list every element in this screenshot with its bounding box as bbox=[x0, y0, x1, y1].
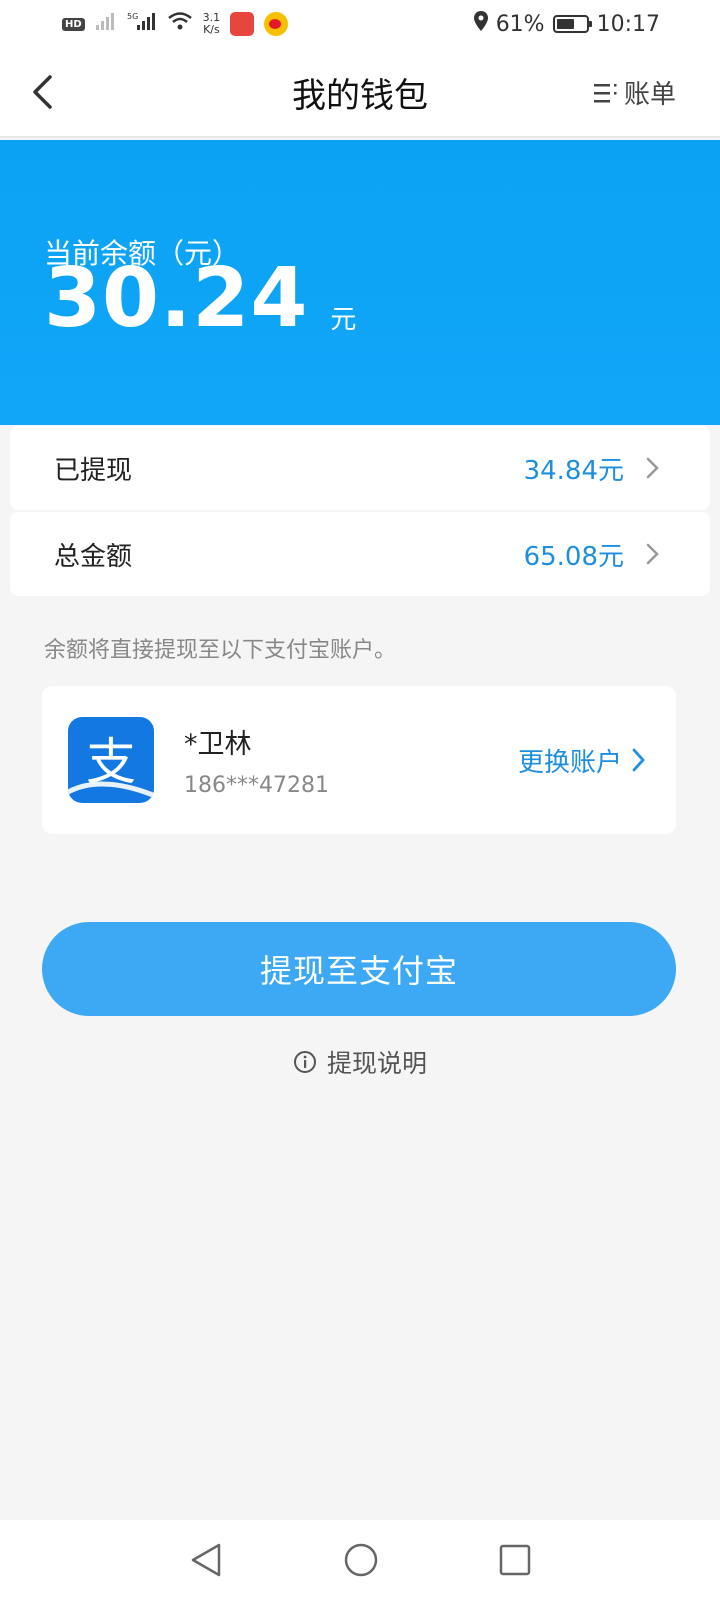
status-right: 61% 10:17 bbox=[473, 11, 660, 37]
account-phone: 186***47281 bbox=[184, 773, 329, 798]
signal-icon bbox=[95, 11, 117, 37]
withdraw-to-alipay-button[interactable]: 提现至支付宝 bbox=[42, 922, 676, 1016]
wifi-icon bbox=[167, 11, 193, 37]
alipay-account-card: 支 *卫林 186***47281 更换账户 bbox=[42, 686, 676, 834]
status-bar: HD 5G 3.1 K/s 61% 10:17 bbox=[0, 0, 720, 48]
chevron-right-icon bbox=[646, 457, 666, 479]
withdraw-help-link[interactable]: 提现说明 bbox=[0, 1044, 720, 1080]
total-row[interactable]: 总金额 65.08元 bbox=[10, 512, 710, 596]
network-speed-unit: K/s bbox=[203, 23, 220, 36]
hd-badge: HD bbox=[62, 17, 85, 31]
chevron-right-icon bbox=[632, 748, 645, 772]
withdrawn-row[interactable]: 已提现 34.84元 bbox=[10, 426, 710, 510]
battery-icon bbox=[552, 15, 592, 33]
total-value: 65.08元 bbox=[523, 541, 624, 572]
network-speed: 3.1 K/s bbox=[203, 12, 221, 36]
bill-button[interactable]: 账单 bbox=[593, 74, 676, 111]
bill-label: 账单 bbox=[623, 80, 676, 110]
chevron-right-icon bbox=[646, 543, 666, 565]
list-icon bbox=[593, 83, 617, 102]
info-icon bbox=[293, 1051, 316, 1073]
balance-amount-row: 30.24 元 bbox=[44, 258, 356, 340]
withdrawn-label: 已提现 bbox=[54, 455, 133, 486]
notification-app-icon bbox=[230, 12, 255, 36]
account-name: *卫林 bbox=[184, 729, 252, 760]
balance-unit: 元 bbox=[330, 305, 357, 335]
balance-amount: 30.24 bbox=[44, 251, 309, 346]
system-nav-bar bbox=[0, 1520, 720, 1600]
nav-bar: 我的钱包 账单 bbox=[0, 48, 720, 138]
svg-text:5G: 5G bbox=[127, 12, 138, 21]
weibo-icon bbox=[264, 12, 289, 36]
nav-home-circle-icon[interactable] bbox=[343, 1542, 379, 1578]
battery-fill bbox=[556, 19, 574, 29]
total-label: 总金额 bbox=[54, 541, 133, 572]
alipay-icon: 支 bbox=[68, 717, 154, 803]
clock: 10:17 bbox=[596, 11, 660, 37]
balance-banner: 当前余额（元） 30.24 元 bbox=[0, 140, 720, 425]
nav-back-triangle-icon[interactable] bbox=[189, 1542, 223, 1578]
withdraw-help-label: 提现说明 bbox=[326, 1049, 427, 1078]
change-account-label: 更换账户 bbox=[517, 747, 622, 778]
change-account-button[interactable]: 更换账户 bbox=[518, 742, 646, 779]
back-arrow-icon bbox=[33, 75, 52, 109]
location-icon bbox=[473, 11, 488, 37]
battery-percent: 61% bbox=[495, 11, 545, 37]
nav-recents-square-icon[interactable] bbox=[499, 1544, 531, 1576]
withdraw-tip: 余额将直接提现至以下支付宝账户。 bbox=[44, 638, 397, 663]
back-button[interactable] bbox=[22, 72, 62, 112]
account-info: *卫林 186***47281 bbox=[184, 722, 329, 798]
signal-5g-icon: 5G bbox=[127, 11, 157, 37]
withdrawn-value: 34.84元 bbox=[523, 455, 624, 486]
status-left: HD 5G 3.1 K/s bbox=[62, 11, 289, 37]
page-title: 我的钱包 bbox=[292, 75, 428, 116]
